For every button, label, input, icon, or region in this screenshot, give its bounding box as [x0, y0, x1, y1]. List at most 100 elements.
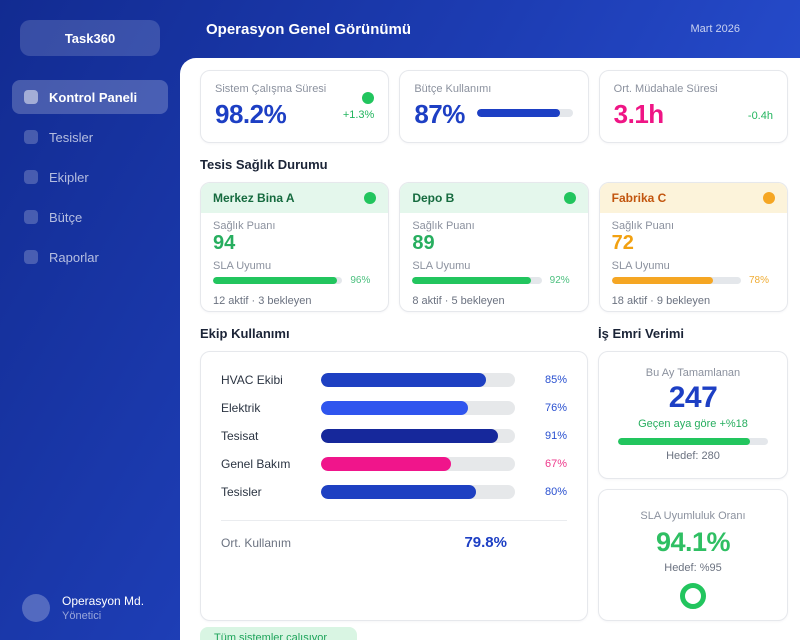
sidebar-item-ekipler[interactable]: Ekipler — [12, 160, 168, 194]
main-content: Sistem Çalışma Süresi 98.2% +1.3% Bütçe … — [180, 58, 800, 640]
team-utilization-card: HVAC Ekibi 85% Elektrik 76% Tesisat 91% … — [200, 351, 588, 621]
sla-label: SLA Uyumu — [213, 260, 272, 272]
completed-work-orders-card: Bu Ay Tamamlanan 247 Geçen aya göre +%18… — [598, 351, 788, 479]
brand-logo[interactable]: Task360 — [20, 20, 160, 56]
team-name: HVAC Ekibi — [221, 373, 283, 387]
status-dot-icon — [762, 192, 775, 204]
completed-trend: Geçen aya göre +%18 — [638, 418, 748, 430]
sidebar-item-label: Ekipler — [49, 169, 89, 185]
user-profile[interactable]: Operasyon Md. Yönetici — [22, 594, 144, 622]
team-name: Elektrik — [221, 401, 261, 415]
avatar — [22, 594, 50, 622]
team-name: Genel Bakım — [221, 457, 291, 471]
sidebar-item-label: Raporlar — [49, 249, 99, 265]
sla-progress: 92% — [412, 275, 575, 286]
team-bar — [321, 457, 451, 471]
completed-label: Bu Ay Tamamlanan — [645, 367, 741, 379]
completed-progress-fill — [618, 438, 750, 445]
kpi-trend: -0.4h — [747, 110, 773, 122]
kpi-row: Sistem Çalışma Süresi 98.2% +1.3% Bütçe … — [200, 70, 788, 143]
sidebar-item-butce[interactable]: Bütçe — [12, 200, 168, 234]
team-row: HVAC Ekibi 85% — [221, 366, 567, 394]
team-bar — [321, 485, 477, 499]
user-name: Operasyon Md. — [62, 594, 145, 608]
team-row: Elektrik 76% — [221, 394, 567, 422]
kpi-label: Ort. Müdahale Süresi — [613, 83, 718, 95]
tesisler-icon — [24, 130, 38, 144]
header: Operasyon Genel Görünümü Mart 2026 — [180, 0, 800, 58]
butce-icon — [24, 210, 38, 224]
completed-progress — [618, 438, 768, 445]
avg-utilization-label: Ort. Kullanım — [221, 535, 292, 550]
sidebar-item-label: Kontrol Paneli — [49, 89, 138, 105]
sidebar-item-kontrol-paneli[interactable]: Kontrol Paneli — [12, 80, 168, 114]
health-score: 72 — [611, 232, 634, 254]
team-percent: 85% — [544, 374, 567, 386]
facility-row: Merkez Bina A Sağlık Puanı 94 SLA Uyumu … — [200, 182, 788, 312]
raporlar-icon — [24, 250, 38, 264]
sla-percent: 96% — [350, 275, 371, 286]
sla-label: SLA Uyumu — [412, 260, 471, 272]
sla-compliance-value: 94.1% — [655, 527, 731, 557]
sidebar: Task360 Kontrol Paneli Tesisler Ekipler … — [0, 0, 180, 640]
status-dot-icon — [364, 192, 377, 204]
kpi-trend: +1.3% — [342, 109, 375, 121]
status-dot-icon — [362, 92, 375, 104]
health-label: Sağlık Puanı — [412, 220, 475, 232]
sla-label: SLA Uyumu — [611, 260, 670, 272]
team-percent: 76% — [544, 402, 567, 414]
sla-compliance-label: SLA Uyumluluk Oranı — [640, 510, 746, 522]
team-row: Tesisat 91% — [221, 422, 567, 450]
team-row: Genel Bakım 67% — [221, 450, 567, 478]
sla-percent: 92% — [549, 275, 570, 286]
team-row: Tesisler 80% — [221, 478, 567, 506]
team-bar — [321, 401, 469, 415]
section-title-facilities: Tesis Sağlık Durumu — [200, 157, 328, 172]
budget-progress-fill — [476, 108, 561, 117]
facility-meta: 12 aktif · 3 bekleyen — [213, 295, 312, 307]
period-label: Mart 2026 — [690, 23, 740, 35]
ekipler-icon — [24, 170, 38, 184]
completed-target: Hedef: 280 — [666, 450, 720, 462]
team-name: Tesisat — [221, 429, 259, 443]
sidebar-item-tesisler[interactable]: Tesisler — [12, 120, 168, 154]
completed-value: 247 — [668, 381, 718, 414]
facility-meta: 8 aktif · 5 bekleyen — [412, 295, 505, 307]
health-label: Sağlık Puanı — [611, 220, 675, 232]
team-percent: 80% — [544, 486, 567, 498]
team-bar — [321, 429, 498, 443]
sla-ring-icon — [680, 583, 706, 609]
kpi-value: 87% — [414, 99, 465, 129]
kpi-label: Bütçe Kullanımı — [414, 83, 492, 95]
health-label: Sağlık Puanı — [213, 220, 276, 232]
section-title-team: Ekip Kullanımı — [200, 326, 290, 341]
kontrol-paneli-icon — [24, 90, 38, 104]
section-title-work-orders: İş Emri Verimi — [598, 326, 684, 341]
facility-meta: 18 aktif · 9 bekleyen — [611, 295, 711, 307]
sla-progress-fill — [412, 277, 532, 284]
sla-percent: 78% — [748, 275, 769, 286]
health-score: 94 — [213, 232, 236, 254]
facility-card-merkez-bina-a: Merkez Bina A Sağlık Puanı 94 SLA Uyumu … — [200, 182, 390, 312]
sla-progress: 78% — [611, 275, 775, 286]
facility-card-fabrika-c: Fabrika C Sağlık Puanı 72 SLA Uyumu 78% … — [598, 182, 788, 312]
sidebar-item-raporlar[interactable]: Raporlar — [12, 240, 168, 274]
facility-name: Fabrika C — [611, 191, 667, 205]
status-dot-icon — [563, 192, 576, 204]
kpi-label: Sistem Çalışma Süresi — [215, 83, 327, 95]
facility-name: Merkez Bina A — [213, 191, 295, 205]
sla-compliance-card: SLA Uyumluluk Oranı 94.1% Hedef: %95 — [598, 489, 788, 621]
page-title: Operasyon Genel Görünümü — [206, 20, 412, 38]
kpi-card-uptime: Sistem Çalışma Süresi 98.2% +1.3% — [200, 70, 390, 143]
avg-utilization-value: 79.8% — [464, 534, 507, 551]
team-name: Tesisler — [221, 485, 262, 499]
sidebar-nav: Kontrol Paneli Tesisler Ekipler Bütçe Ra… — [0, 80, 180, 274]
sidebar-item-label: Bütçe — [49, 209, 83, 225]
user-role: Yönetici — [62, 610, 102, 622]
team-percent: 91% — [544, 430, 567, 442]
kpi-card-budget: Bütçe Kullanımı 87% — [399, 70, 589, 143]
kpi-value: 3.1h — [613, 99, 665, 129]
kpi-card-response: Ort. Müdahale Süresi 3.1h -0.4h — [598, 70, 788, 143]
sla-progress-fill — [213, 277, 338, 284]
facility-card-depo-b: Depo B Sağlık Puanı 89 SLA Uyumu 92% 8 a… — [399, 182, 589, 312]
